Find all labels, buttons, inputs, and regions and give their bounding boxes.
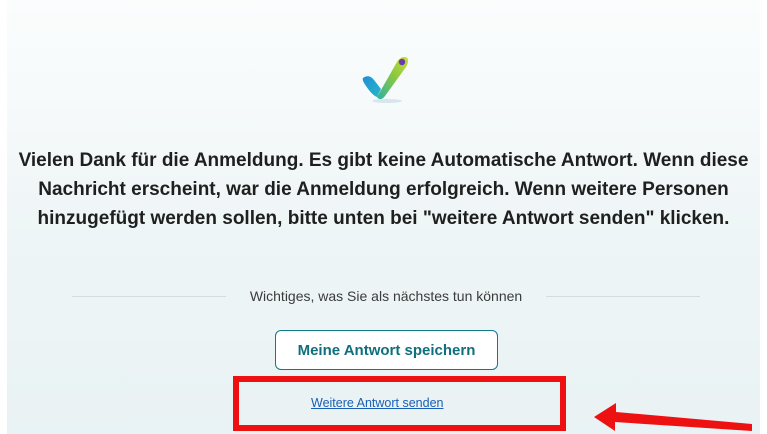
next-steps-heading: Wichtiges, was Sie als nächstes tun könn… (249, 288, 523, 304)
next-steps-divider: Wichtiges, was Sie als nächstes tun könn… (72, 286, 700, 306)
page-edge-right (760, 0, 767, 434)
checkmark-icon (362, 57, 409, 103)
highlight-box (233, 376, 566, 431)
confirmation-message: Vielen Dank für die Anmeldung. Es gibt k… (18, 150, 749, 229)
arrow-icon (594, 403, 752, 431)
save-response-button[interactable]: Meine Antwort speichern (275, 330, 498, 370)
page-edge-left (0, 0, 7, 434)
divider-line-left (72, 295, 226, 297)
form-confirmation-page: Vielen Dank für die Anmeldung. Es gibt k… (0, 0, 767, 434)
divider-line-right (546, 295, 700, 297)
